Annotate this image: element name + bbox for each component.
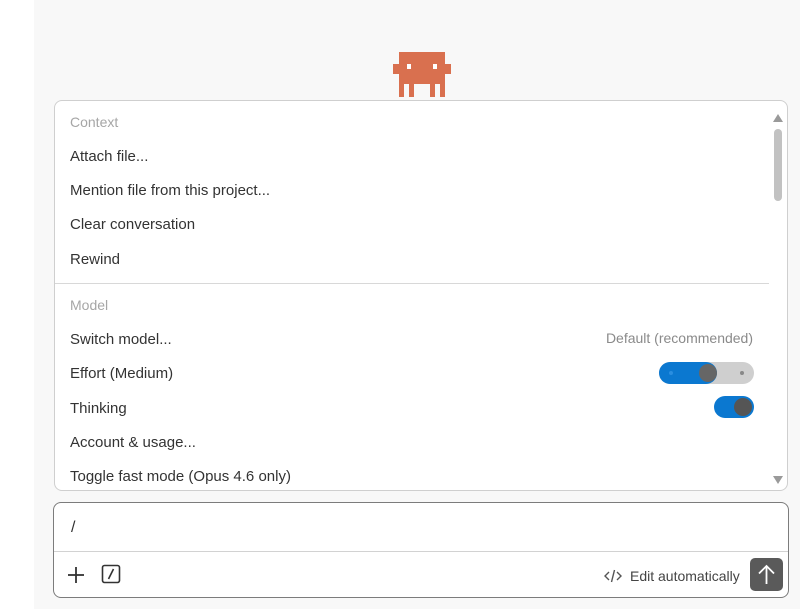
slash-command-icon[interactable] <box>101 564 121 584</box>
menu-item-switch-model[interactable]: Switch model... <box>70 331 172 348</box>
edit-mode-selector[interactable]: Edit automatically <box>604 566 740 586</box>
effort-slider-knob[interactable] <box>699 364 717 382</box>
edit-mode-label: Edit automatically <box>630 568 740 584</box>
menu-item-attach-file[interactable]: Attach file... <box>70 148 148 165</box>
menu-item-rewind[interactable]: Rewind <box>70 251 120 268</box>
arrow-up-icon <box>758 564 775 584</box>
send-button[interactable] <box>750 558 783 591</box>
chat-input-box: / Edit automatically <box>53 502 789 598</box>
sidebar-gutter <box>0 0 34 609</box>
menu-item-mention-file[interactable]: Mention file from this project... <box>70 182 270 199</box>
menu-scrollbar[interactable] <box>771 109 785 487</box>
menu-item-effort[interactable]: Effort (Medium) <box>70 365 173 382</box>
menu-item-account-usage[interactable]: Account & usage... <box>70 434 196 451</box>
pixel-creature-icon <box>393 52 451 97</box>
scroll-down-arrow-icon[interactable] <box>772 475 784 485</box>
plus-icon[interactable] <box>66 565 86 585</box>
command-menu: Context Attach file... Mention file from… <box>54 100 788 491</box>
menu-item-toggle-fast-mode[interactable]: Toggle fast mode (Opus 4.6 only) <box>70 468 291 485</box>
scroll-thumb[interactable] <box>774 129 782 201</box>
thinking-toggle[interactable] <box>714 396 754 418</box>
chat-input[interactable]: / <box>71 519 75 537</box>
menu-item-thinking[interactable]: Thinking <box>70 400 127 417</box>
scroll-up-arrow-icon[interactable] <box>772 113 784 123</box>
section-title-context: Context <box>70 114 119 130</box>
current-model-value: Default (recommended) <box>605 330 753 346</box>
effort-slider[interactable] <box>659 362 754 384</box>
effort-step-high <box>740 371 744 375</box>
input-divider <box>54 551 788 552</box>
section-divider <box>55 283 769 284</box>
thinking-toggle-knob <box>734 398 752 416</box>
menu-item-clear-conversation[interactable]: Clear conversation <box>70 216 195 233</box>
code-icon <box>604 569 622 583</box>
section-title-model: Model <box>70 297 109 313</box>
effort-step-low <box>669 371 673 375</box>
